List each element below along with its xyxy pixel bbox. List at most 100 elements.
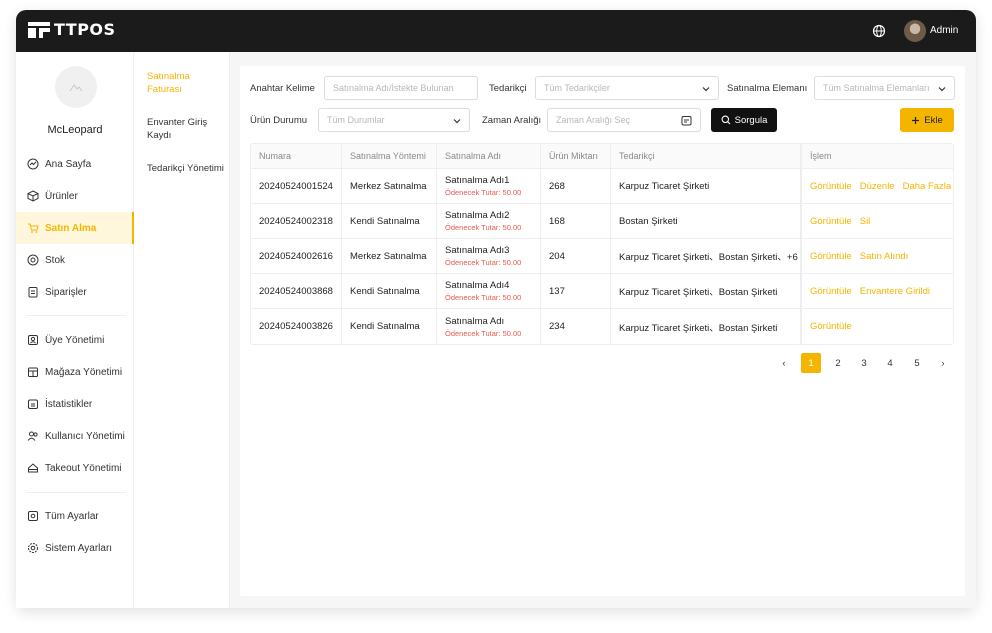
- cell-method: Kendi Satınalma: [342, 309, 437, 344]
- sidebar-item-system-settings[interactable]: Sistem Ayarları: [16, 532, 134, 564]
- column-header-number: Numara: [251, 144, 342, 168]
- sidebar-item-label: Stok: [45, 254, 66, 266]
- sidebar-item-home[interactable]: Ana Sayfa: [16, 148, 134, 180]
- view-link[interactable]: Görüntüle: [810, 251, 852, 262]
- supplier-select-value: Tüm Tedarikçiler: [544, 83, 610, 93]
- cell-actions: Görüntüle Düzenle Daha Fazla: [801, 169, 953, 203]
- sidebar-item-members[interactable]: Üye Yönetimi: [16, 324, 134, 356]
- edit-link[interactable]: Düzenle: [860, 181, 895, 192]
- view-link[interactable]: Görüntüle: [810, 216, 852, 227]
- amount-due: Ödenecek Tutar: 50.00: [445, 188, 522, 197]
- cell-number: 20240524001524: [251, 169, 342, 203]
- sidebar-item-orders[interactable]: Siparişler: [16, 276, 134, 308]
- staff-select[interactable]: Tüm Satınalma Elemanları: [814, 76, 955, 100]
- store-avatar: [55, 66, 97, 108]
- image-placeholder-icon: [69, 84, 83, 92]
- store-name: McLeopard: [47, 124, 103, 136]
- purchase-name: Satınalma Adı2: [445, 210, 510, 221]
- column-header-supplier: Tedarikçi: [611, 144, 801, 168]
- more-link[interactable]: Daha Fazla: [903, 181, 952, 192]
- table-row: 20240524003868 Kendi Satınalma Satınalma…: [251, 274, 953, 309]
- pagination-prev-button[interactable]: ‹: [774, 353, 794, 373]
- sidebar-item-label: Satın Alma: [45, 222, 97, 234]
- search-icon: [721, 115, 731, 125]
- user-name[interactable]: Admin: [930, 25, 958, 36]
- pagination-page-3[interactable]: 3: [854, 353, 874, 373]
- avatar[interactable]: [904, 20, 926, 42]
- cell-quantity: 234: [541, 309, 611, 344]
- view-link[interactable]: Görüntüle: [810, 286, 852, 297]
- sidebar-item-products[interactable]: Ürünler: [16, 180, 134, 212]
- supplier-select[interactable]: Tüm Tedarikçiler: [535, 76, 719, 100]
- sub-navigation: Satınalma Faturası Envanter Giriş Kaydı …: [135, 52, 230, 608]
- cell-quantity: 204: [541, 239, 611, 273]
- add-button-label: Ekle: [924, 114, 943, 126]
- cell-method: Kendi Satınalma: [342, 204, 437, 238]
- sidebar-item-all-settings[interactable]: Tüm Ayarlar: [16, 500, 134, 532]
- cell-name: Satınalma Adı3 Ödenecek Tutar: 50.00: [437, 239, 541, 273]
- sidebar-divider: [26, 315, 126, 316]
- query-button-label: Sorgula: [734, 114, 768, 126]
- sidebar-item-store[interactable]: Mağaza Yönetimi: [16, 356, 134, 388]
- pagination-page-1[interactable]: 1: [801, 353, 821, 373]
- subnav-item-inventory-entry[interactable]: Envanter Giriş Kaydı: [147, 116, 227, 142]
- cell-supplier: Karpuz Ticaret Şirketi、Bostan Şirketi: [611, 309, 801, 344]
- table-row: 20240524003826 Kendi Satınalma Satınalma…: [251, 309, 953, 344]
- keyword-placeholder: Satınalma Adı/İstekte Bulunan: [333, 83, 454, 93]
- plus-icon: [912, 116, 920, 124]
- pagination-next-button[interactable]: ›: [933, 353, 953, 373]
- date-label: Zaman Aralığı: [482, 115, 542, 126]
- subnav-item-supplier-management[interactable]: Tedarikçi Yönetimi: [147, 162, 227, 175]
- store-icon: [28, 367, 38, 377]
- cell-quantity: 268: [541, 169, 611, 203]
- cart-icon: [28, 223, 39, 233]
- sidebar-item-label: Kullanıcı Yönetimi: [45, 430, 125, 442]
- dashboard-icon: [27, 158, 39, 170]
- cell-number: 20240524003826: [251, 309, 342, 344]
- sidebar-item-takeout[interactable]: Takeout Yönetimi: [16, 452, 134, 484]
- column-header-quantity: Ürün Miktarı: [541, 144, 611, 168]
- add-button[interactable]: Ekle: [900, 108, 954, 132]
- staff-label: Satınalma Elemanı: [727, 83, 808, 94]
- sidebar: McLeopard Ana Sayfa Ürünler Satın Alma S…: [16, 52, 134, 608]
- sidebar-item-purchase[interactable]: Satın Alma: [16, 212, 134, 244]
- subnav-item-purchase-invoice[interactable]: Satınalma Faturası: [147, 70, 227, 96]
- pagination-page-5[interactable]: 5: [907, 353, 927, 373]
- sidebar-item-users[interactable]: Kullanıcı Yönetimi: [16, 420, 134, 452]
- chevron-down-icon: [453, 119, 461, 124]
- delete-link[interactable]: Sil: [860, 216, 871, 227]
- takeout-icon: [28, 463, 38, 473]
- column-header-name: Satınalma Adı: [437, 144, 541, 168]
- box-icon: [27, 190, 39, 202]
- pagination-page-4[interactable]: 4: [880, 353, 900, 373]
- purchase-name: Satınalma Adı4: [445, 280, 510, 291]
- status-select-value: Tüm Durumlar: [327, 115, 385, 125]
- pagination-page-2[interactable]: 2: [828, 353, 848, 373]
- sidebar-item-label: Ana Sayfa: [45, 158, 92, 170]
- view-link[interactable]: Görüntüle: [810, 321, 852, 332]
- query-button[interactable]: Sorgula: [711, 108, 777, 132]
- amount-due: Ödenecek Tutar: 50.00: [445, 223, 522, 232]
- status-label: Ürün Durumu: [250, 115, 308, 126]
- brand-logo[interactable]: TTPOS: [28, 20, 116, 39]
- stocked-link[interactable]: Envantere Girildi: [860, 286, 930, 297]
- cell-number: 20240524002616: [251, 239, 342, 273]
- all-settings-icon: [28, 511, 38, 521]
- amount-due: Ödenecek Tutar: 50.00: [445, 328, 522, 338]
- purchased-link[interactable]: Satın Alındı: [860, 251, 909, 262]
- sidebar-item-stats[interactable]: İstatistikler: [16, 388, 134, 420]
- sidebar-item-label: Sistem Ayarları: [45, 542, 113, 554]
- cell-name: Satınalma Adı4 Ödenecek Tutar: 50.00: [437, 274, 541, 308]
- keyword-input[interactable]: Satınalma Adı/İstekte Bulunan: [324, 76, 478, 100]
- sidebar-item-stock[interactable]: Stok: [16, 244, 134, 276]
- sidebar-divider: [26, 492, 126, 493]
- purchase-table: Numara Satınalma Yöntemi Satınalma Adı Ü…: [250, 143, 954, 345]
- cell-number: 20240524003868: [251, 274, 342, 308]
- column-header-method: Satınalma Yöntemi: [342, 144, 437, 168]
- date-range-placeholder: Zaman Aralığı Seç: [556, 115, 631, 125]
- status-select[interactable]: Tüm Durumlar: [318, 108, 470, 132]
- globe-icon[interactable]: [872, 24, 886, 38]
- view-link[interactable]: Görüntüle: [810, 181, 852, 192]
- stats-icon: [28, 399, 38, 409]
- date-range-input[interactable]: Zaman Aralığı Seç: [547, 108, 701, 132]
